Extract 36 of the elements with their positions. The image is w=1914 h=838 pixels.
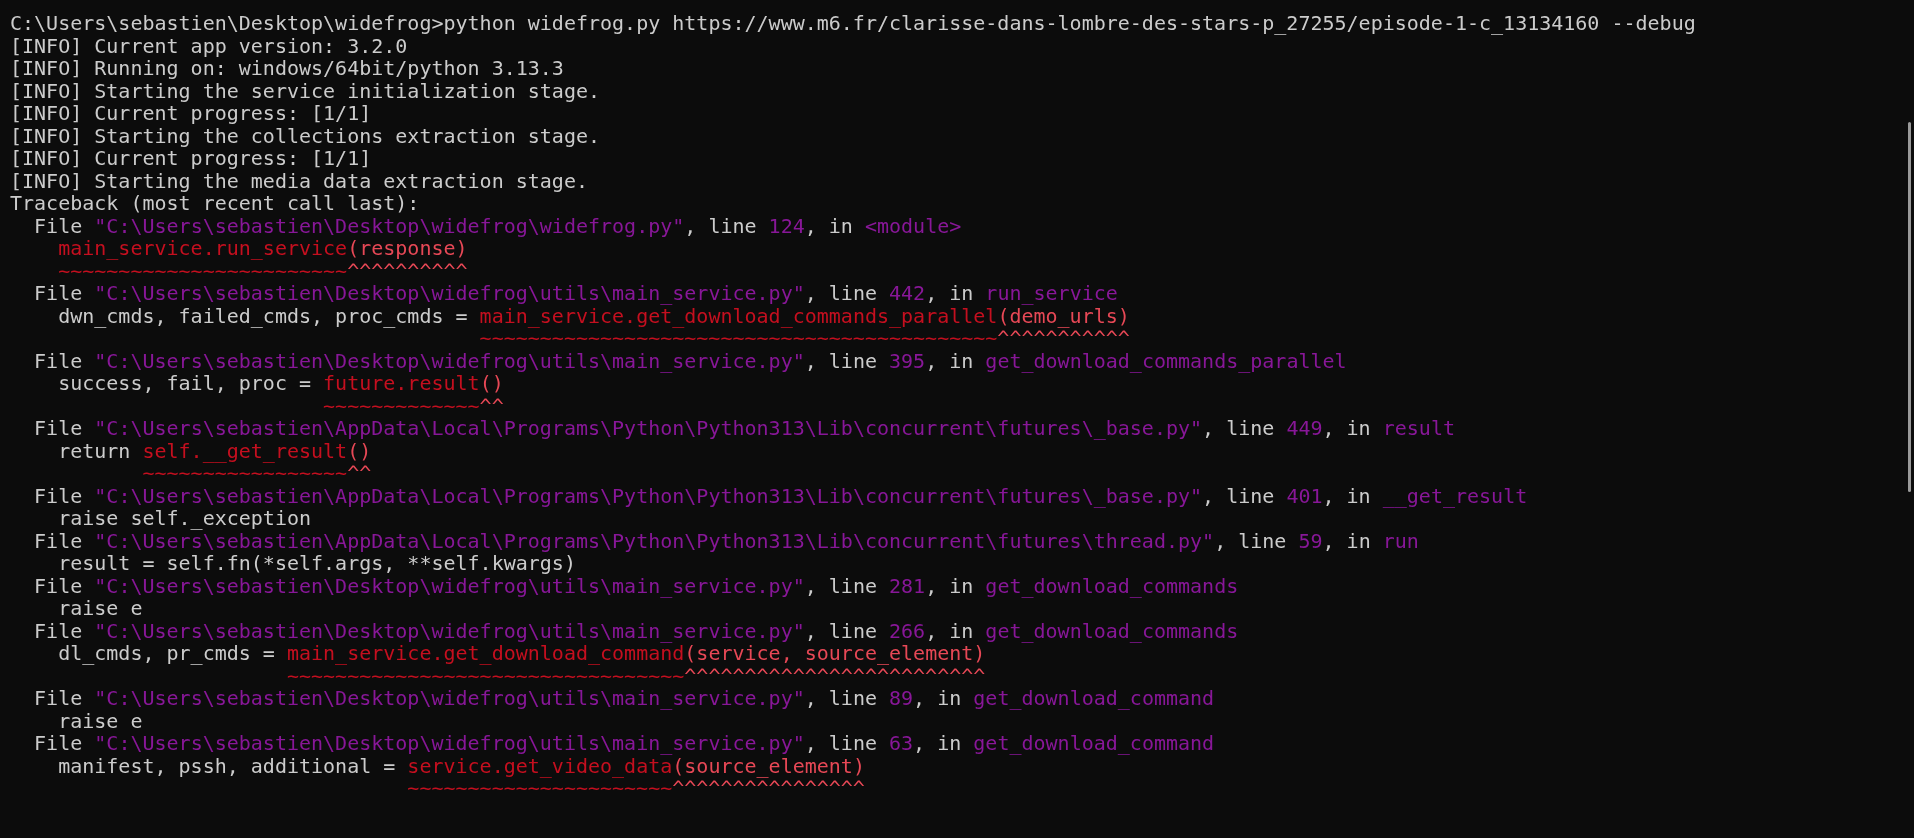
terminal-line: File "C:\Users\sebastien\Desktop\widefrog\utils\main_service.py", line 395, in get_download_commands_parallel (33, 349, 1347, 372)
terminal-line: File "C:\Users\sebastien\Desktop\widefrog\utils\main_service.py", line 266, in get_download_commands (33, 619, 1239, 642)
scrollbar-thumb[interactable] (1908, 122, 1911, 492)
terminal-line: File "C:\Users\sebastien\AppData\Local\Programs\Python\Python313\Lib\concurrent\futures\_base.py", line 401, in __get_result (33, 484, 1528, 507)
terminal-line: ~~~~~~~~~~~~~~~~~~~~~~~~^^^^^^^^^^ (58, 259, 468, 282)
terminal-line: ~~~~~~~~~~~~~~~~~~~~~~~~~~~~~~~~~~~~~~~~~~~^^^^^^^^^^^ (479, 327, 1130, 350)
terminal-line: File "C:\Users\sebastien\AppData\Local\Programs\Python\Python313\Lib\concurrent\futures\thread.py", line 59, in run (33, 529, 1419, 552)
terminal-line: raise e (57, 597, 143, 620)
terminal-line: ~~~~~~~~~~~~~^^ (323, 394, 504, 417)
terminal-line: ~~~~~~~~~~~~~~~~~~~~~~~~~~~~~~~~~^^^^^^^^^^^^^^^^^^^^^^^^^ (286, 664, 986, 687)
terminal-line: File "C:\Users\sebastien\Desktop\widefrog\utils\main_service.py", line 63, in get_download_command (33, 732, 1215, 755)
terminal-line: ~~~~~~~~~~~~~~~~~^^ (142, 462, 372, 485)
terminal-line: ~~~~~~~~~~~~~~~~~~~~~~^^^^^^^^^^^^^^^^ (407, 777, 865, 800)
terminal-line: dwn_cmds, failed_cmds, proc_cmds = main_service.get_download_commands_parallel(demo_urls) (57, 304, 1130, 327)
terminal-line: File "C:\Users\sebastien\AppData\Local\Programs\Python\Python313\Lib\concurrent\futures\_base.py", line 449, in result (33, 417, 1455, 440)
terminal-line: [INFO] Current progress: [1/1] (10, 102, 372, 125)
terminal-line: raise e (57, 709, 143, 732)
terminal-line: File "C:\Users\sebastien\Desktop\widefrog\utils\main_service.py", line 89, in get_download_command (33, 687, 1215, 710)
terminal-line: manifest, pssh, additional = service.get_video_data(source_element) (57, 754, 865, 777)
terminal-line: return self.__get_result() (57, 439, 372, 462)
terminal-line: success, fail, proc = future.result() (57, 372, 504, 395)
terminal-line: [INFO] Current progress: [1/1] (10, 147, 372, 170)
terminal-line: [INFO] Running on: windows/64bit/python 3.13.3 (10, 57, 564, 80)
terminal-line: File "C:\Users\sebastien\Desktop\widefrog\widefrog.py", line 124, in <module> (33, 214, 962, 237)
terminal-line: [INFO] Starting the media data extraction stage. (10, 169, 588, 192)
terminal-line: Traceback (most recent call last): (10, 192, 420, 215)
terminal-line: dl_cmds, pr_cmds = main_service.get_download_command(service, source_element) (57, 642, 986, 665)
terminal-line: [INFO] Current app version: 3.2.0 (10, 34, 408, 57)
terminal-line: File "C:\Users\sebastien\Desktop\widefrog\utils\main_service.py", line 442, in run_service (33, 282, 1118, 305)
terminal-line: C:\Users\sebastien\Desktop\widefrog>python widefrog.py https://www.m6.fr/clarisse-dans-lombre-des-stars-p_27255/episode-1-c_13134160 --debug (10, 12, 1696, 35)
terminal-line: [INFO] Starting the service initialization stage. (10, 79, 600, 102)
terminal-line: result = self.fn(*self.args, **self.kwargs) (57, 552, 576, 575)
terminal-line: File "C:\Users\sebastien\Desktop\widefrog\utils\main_service.py", line 281, in get_download_commands (33, 574, 1239, 597)
terminal-line: main_service.run_service(response) (58, 237, 468, 260)
terminal-line: [INFO] Starting the collections extraction stage. (10, 124, 600, 147)
terminal-line: raise self._exception (57, 507, 312, 530)
